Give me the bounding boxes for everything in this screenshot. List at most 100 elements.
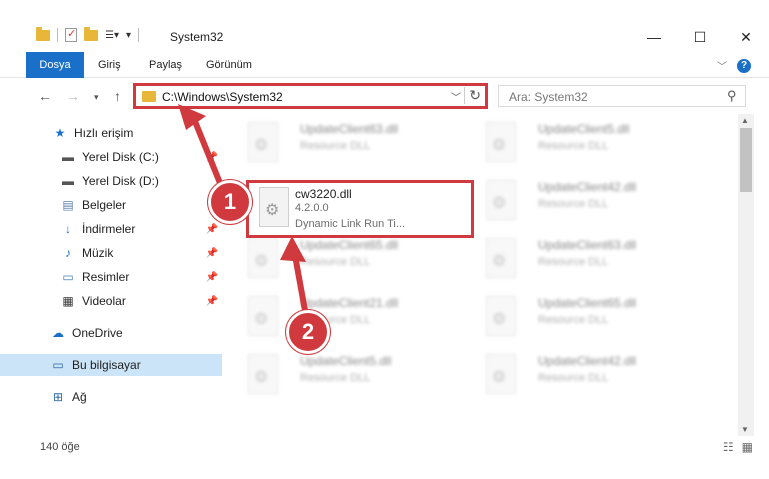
toolbar-dropdown-icon[interactable]: ▾ bbox=[126, 30, 131, 41]
file-name: UpdateClient65.dll bbox=[538, 296, 637, 310]
tab-share[interactable]: Paylaş bbox=[149, 52, 182, 78]
sidebar-item-network[interactable]: ⊞ Ağ bbox=[0, 386, 222, 408]
sidebar-item-pictures[interactable]: ▭ Resimler 📌 bbox=[0, 266, 222, 288]
customize-toolbar-icon[interactable]: ☰▾ bbox=[105, 30, 119, 41]
highlighted-file[interactable]: ⚙ cw3220.dll 4.2.0.0 Dynamic Link Run Ti… bbox=[246, 180, 474, 238]
window-title: System32 bbox=[170, 30, 224, 44]
close-button[interactable]: ✕ bbox=[723, 22, 769, 52]
dll-file-icon: ⚙ bbox=[248, 122, 278, 162]
sidebar-item-onedrive[interactable]: ☁ OneDrive bbox=[0, 322, 222, 344]
minimize-button[interactable]: — bbox=[631, 22, 677, 52]
file-tile[interactable]: ⚙ UpdateClient63.dll Resource DLL bbox=[474, 236, 704, 284]
folder-icon bbox=[142, 91, 156, 102]
scroll-down-icon[interactable]: ▼ bbox=[741, 425, 749, 434]
title-bar: ☰▾ ▾ System32 — ☐ ✕ bbox=[0, 0, 769, 52]
file-tile[interactable]: ⚙ UpdateClient63.dll Resource DLL bbox=[236, 120, 466, 168]
file-description: Dynamic Link Run Ti... bbox=[295, 218, 406, 230]
pin-icon[interactable]: 📌 bbox=[206, 224, 218, 235]
tab-home[interactable]: Giriş bbox=[98, 52, 121, 78]
file-version: 4.2.0.0 bbox=[295, 202, 329, 214]
sidebar-item-label: İndirmeler bbox=[82, 222, 136, 236]
tab-file[interactable]: Dosya bbox=[26, 52, 84, 78]
pin-icon[interactable]: 📌 bbox=[206, 296, 218, 307]
dll-file-icon: ⚙ bbox=[259, 187, 289, 227]
file-name: UpdateClient42.dll bbox=[538, 180, 637, 194]
search-box[interactable]: Ara: System32 ⚲ bbox=[498, 85, 746, 107]
address-dropdown-icon[interactable]: ﹀ bbox=[451, 89, 461, 104]
help-icon[interactable]: ? bbox=[737, 58, 751, 73]
item-count: 140 öğe bbox=[40, 441, 80, 453]
file-tile[interactable]: ⚙ UpdateClient65.dll Resource DLL bbox=[474, 294, 704, 342]
gear-icon: ⚙ bbox=[492, 137, 507, 154]
properties-icon[interactable] bbox=[65, 27, 77, 42]
back-button[interactable]: ← bbox=[38, 88, 52, 104]
dll-file-icon: ⚙ bbox=[248, 296, 278, 336]
dll-file-icon: ⚙ bbox=[486, 354, 516, 394]
search-placeholder: Ara: System32 bbox=[509, 90, 588, 104]
file-description: Resource DLL bbox=[538, 256, 609, 268]
sidebar-item-this-pc[interactable]: ▭ Bu bilgisayar bbox=[0, 354, 222, 376]
search-icon[interactable]: ⚲ bbox=[727, 88, 737, 104]
address-path[interactable]: C:\Windows\System32 bbox=[162, 90, 283, 104]
sidebar-item-disk-d[interactable]: ▬ Yerel Disk (D:) bbox=[0, 170, 222, 192]
sidebar-item-label: Hızlı erişim bbox=[74, 126, 134, 140]
sidebar-item-label: Belgeler bbox=[82, 198, 127, 212]
file-tile[interactable]: ⚙ UpdateClient42.dll Resource DLL bbox=[474, 352, 704, 400]
sidebar-item-label: Resimler bbox=[82, 270, 130, 284]
up-button[interactable]: ↑ bbox=[114, 88, 121, 104]
file-name: UpdateClient5.dll bbox=[538, 122, 630, 136]
pin-icon[interactable]: 📌 bbox=[206, 248, 218, 259]
folder-icon[interactable] bbox=[36, 26, 50, 41]
sidebar-item-label: Videolar bbox=[82, 294, 126, 308]
sidebar-item-videos[interactable]: ▦ Videolar 📌 bbox=[0, 290, 222, 312]
separator bbox=[57, 28, 58, 42]
pin-icon[interactable]: 📌 bbox=[206, 272, 218, 283]
document-icon: ▤ bbox=[62, 198, 74, 212]
ribbon: Dosya Giriş Paylaş Görünüm ﹀ ? bbox=[0, 52, 769, 78]
dll-file-icon: ⚙ bbox=[486, 122, 516, 162]
file-name: UpdateClient63.dll bbox=[538, 238, 637, 252]
step-badge-1: 1 bbox=[208, 180, 252, 224]
sidebar-item-label: Yerel Disk (C:) bbox=[82, 150, 159, 164]
sidebar-item-music[interactable]: ♪ Müzik 📌 bbox=[0, 242, 222, 264]
address-bar[interactable]: C:\Windows\System32 ﹀ ↻ bbox=[133, 83, 488, 109]
cloud-icon: ☁ bbox=[52, 326, 64, 340]
pin-icon[interactable]: 📌 bbox=[206, 152, 218, 163]
file-tile[interactable]: ⚙ UpdateClient5.dll Resource DLL bbox=[236, 352, 466, 400]
video-icon: ▦ bbox=[62, 294, 74, 308]
new-folder-icon[interactable] bbox=[84, 26, 98, 41]
recent-locations-icon[interactable]: ▾ bbox=[94, 92, 99, 103]
network-icon: ⊞ bbox=[52, 390, 64, 404]
gear-icon: ⚙ bbox=[492, 195, 507, 212]
maximize-button[interactable]: ☐ bbox=[677, 22, 723, 52]
quick-access-toolbar: ☰▾ ▾ bbox=[36, 26, 140, 42]
dll-file-icon: ⚙ bbox=[486, 296, 516, 336]
drive-icon: ▬ bbox=[62, 174, 74, 188]
gear-icon: ⚙ bbox=[492, 253, 507, 270]
tiles-view-icon[interactable]: ▦ bbox=[742, 440, 753, 454]
gear-icon: ⚙ bbox=[265, 202, 280, 219]
file-description: Resource DLL bbox=[538, 140, 609, 152]
file-description: Resource DLL bbox=[538, 198, 609, 210]
scroll-up-icon[interactable]: ▲ bbox=[741, 116, 749, 125]
file-tile[interactable]: ⚙ UpdateClient65.dll Resource DLL bbox=[236, 236, 466, 284]
sidebar-item-documents[interactable]: ▤ Belgeler bbox=[0, 194, 222, 216]
tab-view[interactable]: Görünüm bbox=[206, 52, 252, 78]
sidebar-item-disk-c[interactable]: ▬ Yerel Disk (C:) 📌 bbox=[0, 146, 222, 168]
details-view-icon[interactable]: ☷ bbox=[723, 440, 734, 454]
file-tile[interactable]: ⚙ UpdateClient5.dll Resource DLL bbox=[474, 120, 704, 168]
file-tile[interactable]: ⚙ UpdateClient21.dll Resource DLL bbox=[236, 294, 466, 342]
file-description: Resource DLL bbox=[300, 372, 371, 384]
vertical-scrollbar[interactable]: ▲ ▼ bbox=[738, 114, 754, 436]
scroll-thumb[interactable] bbox=[740, 128, 752, 192]
file-name: cw3220.dll bbox=[295, 187, 352, 201]
sidebar-item-quick-access[interactable]: ★ Hızlı erişim bbox=[0, 122, 222, 144]
forward-button[interactable]: → bbox=[66, 88, 80, 104]
gear-icon: ⚙ bbox=[254, 137, 269, 154]
music-icon: ♪ bbox=[65, 246, 71, 260]
refresh-icon[interactable]: ↻ bbox=[464, 87, 481, 104]
sidebar-item-downloads[interactable]: ↓ İndirmeler 📌 bbox=[0, 218, 222, 240]
file-tile[interactable]: ⚙ cw3220.dll 4.2.0.0 Dynamic Link Run Ti… bbox=[247, 185, 477, 233]
file-tile[interactable]: ⚙ UpdateClient42.dll Resource DLL bbox=[474, 178, 704, 226]
expand-ribbon-icon[interactable]: ﹀ bbox=[717, 58, 727, 73]
